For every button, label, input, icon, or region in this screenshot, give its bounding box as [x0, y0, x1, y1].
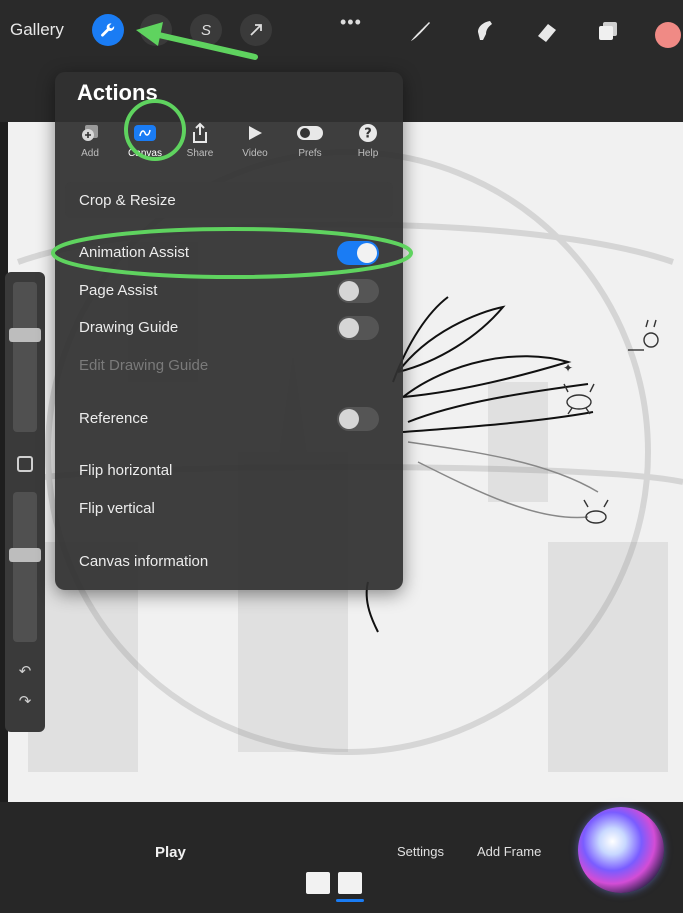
edit-drawing-guide-row: Edit Drawing Guide — [65, 351, 393, 381]
add-frame-button[interactable]: Add Frame — [477, 844, 541, 859]
magic-wand-icon: ✶ — [150, 21, 162, 38]
crop-resize-button[interactable]: Crop & Resize — [65, 182, 393, 218]
tab-label: Help — [357, 148, 379, 159]
drawing-guide-toggle[interactable] — [337, 316, 379, 340]
transform-arrow-icon — [250, 24, 262, 36]
panel-title: Actions — [77, 80, 158, 105]
crop-resize-label: Crop & Resize — [79, 192, 176, 209]
selection-s-icon: S — [200, 21, 211, 39]
siri-orb — [578, 807, 664, 893]
tab-label: Canvas — [128, 148, 162, 159]
reference-label: Reference — [79, 410, 149, 427]
layers-button[interactable] — [593, 16, 623, 46]
actions-wrench-button[interactable] — [92, 14, 124, 46]
edit-drawing-guide-label: Edit Drawing Guide — [79, 357, 209, 374]
animation-assist-label: Animation Assist — [79, 244, 190, 261]
canvas-information-button[interactable]: Canvas information — [65, 547, 393, 577]
eraser-icon — [538, 24, 556, 42]
svg-text:?: ? — [364, 127, 372, 142]
brush-size-slider[interactable] — [13, 282, 37, 432]
reference-toggle[interactable] — [337, 407, 379, 431]
tab-share[interactable]: Share — [175, 120, 225, 159]
transform-button[interactable] — [240, 14, 272, 46]
redo-icon[interactable]: ↷ — [15, 692, 35, 710]
tab-canvas[interactable]: Canvas — [120, 120, 170, 159]
smudge-tool-button[interactable] — [470, 16, 500, 46]
drawing-guide-label: Drawing Guide — [79, 319, 179, 336]
tab-help[interactable]: ? Help — [343, 120, 393, 159]
adjustments-button[interactable]: ✶ — [140, 14, 172, 46]
tab-prefs[interactable]: Prefs — [285, 120, 335, 159]
tab-label: Share — [186, 148, 214, 159]
animation-assist-toggle[interactable] — [337, 241, 379, 265]
video-play-icon — [230, 120, 280, 146]
flip-vertical-button[interactable]: Flip vertical — [65, 494, 393, 524]
procreate-screen: ✦ Gallery ✶ S ••• ↶ ↷ Actions Add Canvas… — [0, 0, 683, 913]
gallery-button[interactable]: Gallery — [10, 20, 64, 40]
page-assist-toggle[interactable] — [337, 279, 379, 303]
actions-panel: Actions Add Canvas Share Video Prefs ? H… — [55, 72, 403, 590]
more-options-button[interactable]: ••• — [340, 12, 362, 33]
undo-icon[interactable]: ↶ — [15, 662, 35, 680]
frame-thumbnail-selected[interactable] — [338, 872, 362, 894]
left-sidebar: ↶ ↷ — [5, 272, 45, 732]
add-layer-icon — [65, 120, 115, 146]
flip-horizontal-button[interactable]: Flip horizontal — [65, 456, 393, 486]
play-button[interactable]: Play — [155, 844, 186, 861]
animation-assist-row[interactable]: Animation Assist — [65, 238, 393, 268]
brush-size-thumb[interactable] — [9, 328, 41, 342]
share-icon — [175, 120, 225, 146]
tab-label: Add — [81, 148, 99, 159]
flip-horizontal-label: Flip horizontal — [79, 462, 173, 479]
canvas-icon — [120, 120, 170, 146]
color-picker-button[interactable] — [655, 22, 681, 48]
opacity-thumb[interactable] — [9, 548, 41, 562]
page-assist-label: Page Assist — [79, 282, 158, 299]
tab-add[interactable]: Add — [65, 120, 115, 159]
canvas-information-label: Canvas information — [79, 553, 209, 570]
animation-settings-button[interactable]: Settings — [397, 844, 444, 859]
selected-frame-indicator — [336, 899, 364, 902]
flip-vertical-label: Flip vertical — [79, 500, 155, 517]
brush-icon — [411, 22, 430, 41]
modify-square-button[interactable] — [17, 456, 33, 472]
brush-tool-button[interactable] — [405, 16, 435, 46]
svg-text:✦: ✦ — [563, 361, 573, 375]
animation-timeline-bar: Play Settings Add Frame — [0, 802, 683, 913]
tab-label: Prefs — [298, 148, 322, 159]
help-icon: ? — [343, 120, 393, 146]
reference-row[interactable]: Reference — [65, 404, 393, 434]
opacity-slider[interactable] — [13, 492, 37, 642]
page-assist-row[interactable]: Page Assist — [65, 276, 393, 306]
toggle-prefs-icon — [285, 120, 335, 146]
smudge-finger-icon — [478, 21, 492, 40]
tab-video[interactable]: Video — [230, 120, 280, 159]
tab-label: Video — [242, 148, 268, 159]
selection-button[interactable]: S — [190, 14, 222, 46]
wrench-icon — [101, 23, 115, 37]
drawing-guide-row[interactable]: Drawing Guide — [65, 313, 393, 343]
frame-thumbnail[interactable] — [306, 872, 330, 894]
layers-icon — [599, 22, 617, 40]
eraser-tool-button[interactable] — [532, 16, 562, 46]
